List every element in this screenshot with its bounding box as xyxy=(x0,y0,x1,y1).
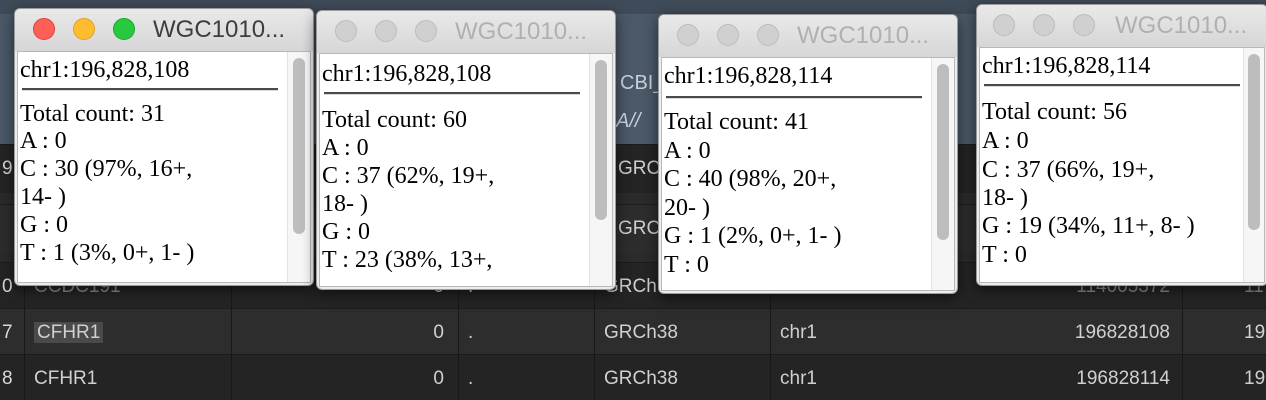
assembly-cell[interactable]: GRCh38 xyxy=(604,355,678,400)
window-titlebar[interactable]: WGC1010... xyxy=(659,15,957,57)
count-cell[interactable]: 0 xyxy=(232,309,444,357)
gene-selected-text[interactable]: CFHR1 xyxy=(34,322,104,343)
locus-label: chr1:196,828,114 xyxy=(982,53,1151,79)
scroll-thumb[interactable] xyxy=(293,58,305,234)
allele-g: G : 1 (2%, 0+, 1- ) xyxy=(664,223,842,249)
allele-t: T : 1 (3%, 0+, 1- ) xyxy=(20,240,195,266)
row-number: 7 xyxy=(2,322,13,343)
zoom-icon[interactable] xyxy=(1073,14,1095,36)
table-row[interactable]: 7 CFHR1 0 . GRCh38 chr1 196828108 19 xyxy=(0,308,1266,357)
allele-popup-window-2[interactable]: WGC1010... chr1:196,828,108 Total count:… xyxy=(316,10,616,290)
position-cell[interactable]: 196828114 xyxy=(960,355,1170,400)
window-title: WGC1010... xyxy=(455,18,588,45)
position-cell[interactable]: 196828108 xyxy=(960,309,1170,357)
minimize-icon[interactable] xyxy=(1033,14,1055,36)
header-filter-fragment[interactable]: A// xyxy=(616,110,640,133)
allele-popup-window-3[interactable]: WGC1010... chr1:196,828,114 Total count:… xyxy=(658,14,958,294)
gene-cell[interactable]: CFHR1 xyxy=(34,309,104,357)
allele-g: G : 0 xyxy=(20,212,68,238)
allele-a: A : 0 xyxy=(982,128,1029,154)
separator-line xyxy=(22,88,278,91)
allele-popup-window-1[interactable]: WGC1010... chr1:196,828,108 Total count:… xyxy=(14,8,314,286)
minimize-icon[interactable] xyxy=(717,24,739,46)
allele-a: A : 0 xyxy=(664,138,711,164)
window-title: WGC1010... xyxy=(1115,12,1248,39)
scroll-thumb[interactable] xyxy=(1248,54,1260,230)
zoom-icon[interactable] xyxy=(415,20,437,42)
locus-label: chr1:196,828,108 xyxy=(20,57,190,83)
locus-label: chr1:196,828,114 xyxy=(664,63,833,89)
allele-t: T : 23 (38%, 13+, xyxy=(322,247,493,273)
popup-content: chr1:196,828,108 Total count: 60 A : 0 C… xyxy=(319,53,613,287)
chrom-cell[interactable]: chr1 xyxy=(780,355,817,400)
window-titlebar[interactable]: WGC1010... xyxy=(317,11,615,53)
row-number: 8 xyxy=(2,368,13,389)
gene-cell[interactable]: CFHR1 xyxy=(34,355,97,400)
close-icon[interactable] xyxy=(677,24,699,46)
allele-t: T : 0 xyxy=(982,242,1027,268)
allele-a: A : 0 xyxy=(322,135,369,161)
vertical-scrollbar[interactable] xyxy=(1243,48,1264,282)
allele-g: G : 0 xyxy=(322,219,370,245)
chrom-cell[interactable]: chr1 xyxy=(780,309,817,357)
close-icon[interactable] xyxy=(33,18,55,40)
minimize-icon[interactable] xyxy=(375,20,397,42)
popup-content: chr1:196,828,114 Total count: 41 A : 0 C… xyxy=(661,57,955,291)
allele-g: G : 19 (34%, 11+, 8- ) xyxy=(982,213,1195,239)
allele-c: C : 40 (98%, 20+, xyxy=(664,166,837,192)
count-cell[interactable]: 0 xyxy=(232,355,444,400)
scroll-thumb[interactable] xyxy=(937,64,949,240)
separator-line xyxy=(984,84,1240,87)
allele-c: C : 30 (97%, 16+, xyxy=(20,156,193,182)
allele-c-cont: 18- ) xyxy=(322,191,368,217)
dot-cell[interactable]: . xyxy=(468,309,473,357)
allele-c: C : 37 (62%, 19+, xyxy=(322,163,495,189)
scroll-thumb[interactable] xyxy=(595,60,607,220)
zoom-icon[interactable] xyxy=(113,18,135,40)
allele-a: A : 0 xyxy=(20,128,67,154)
vertical-scrollbar[interactable] xyxy=(287,52,310,282)
close-icon[interactable] xyxy=(335,20,357,42)
total-count: Total count: 31 xyxy=(20,101,165,127)
window-titlebar[interactable]: WGC1010... xyxy=(977,5,1266,47)
total-count: Total count: 41 xyxy=(664,109,809,135)
separator-line xyxy=(324,92,580,95)
extra-cell[interactable]: 19 xyxy=(1244,355,1265,400)
popup-content: chr1:196,828,108 Total count: 31 A : 0 C… xyxy=(17,51,311,283)
table-row[interactable]: 8 CFHR1 0 . GRCh38 chr1 196828114 19 xyxy=(0,354,1266,400)
window-titlebar[interactable]: WGC1010... xyxy=(15,9,313,51)
allele-c-cont: 20- ) xyxy=(664,195,710,221)
separator-line xyxy=(666,96,922,99)
close-icon[interactable] xyxy=(993,14,1015,36)
locus-label: chr1:196,828,108 xyxy=(322,61,492,87)
zoom-icon[interactable] xyxy=(757,24,779,46)
allele-c-cont: 14- ) xyxy=(20,184,66,210)
allele-c-cont: 18- ) xyxy=(982,185,1028,211)
total-count: Total count: 60 xyxy=(322,107,467,133)
popup-content: chr1:196,828,114 Total count: 56 A : 0 C… xyxy=(979,47,1265,283)
allele-popup-window-4[interactable]: WGC1010... chr1:196,828,114 Total count:… xyxy=(976,4,1266,286)
dot-cell[interactable]: . xyxy=(468,355,473,400)
vertical-scrollbar[interactable] xyxy=(931,58,954,290)
total-count: Total count: 56 xyxy=(982,99,1127,125)
window-title: WGC1010... xyxy=(153,16,286,43)
minimize-icon[interactable] xyxy=(73,18,95,40)
extra-cell[interactable]: 19 xyxy=(1244,309,1265,357)
vertical-scrollbar[interactable] xyxy=(589,54,612,286)
assembly-cell[interactable]: GRCh38 xyxy=(604,309,678,357)
window-title: WGC1010... xyxy=(797,22,930,49)
allele-t: T : 0 xyxy=(664,252,709,278)
row-number: 0 xyxy=(2,276,13,297)
allele-c: C : 37 (66%, 19+, xyxy=(982,157,1155,183)
